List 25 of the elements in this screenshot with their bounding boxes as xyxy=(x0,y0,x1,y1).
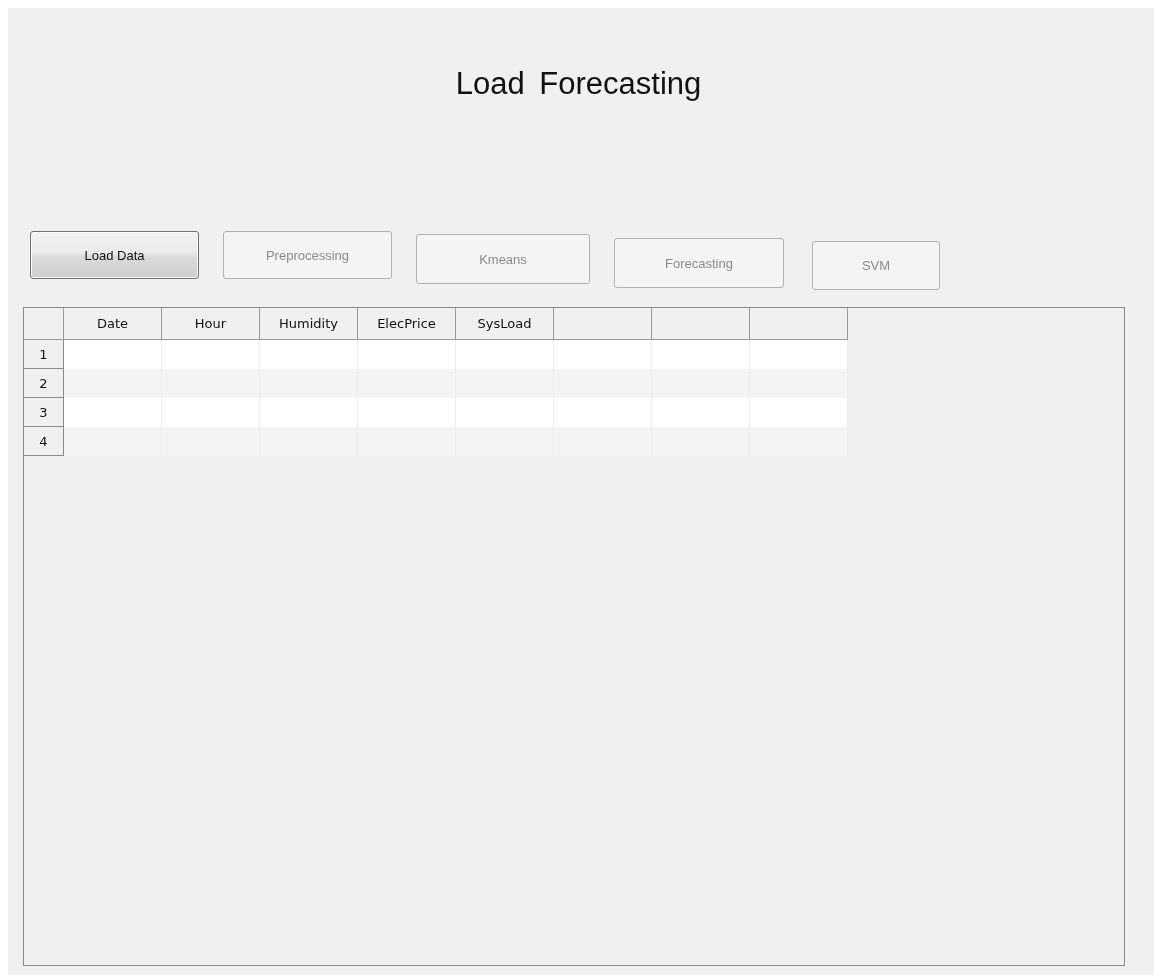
table-cell[interactable] xyxy=(63,339,162,369)
table-cell[interactable] xyxy=(357,339,456,369)
table-cell[interactable] xyxy=(749,339,848,369)
column-header[interactable]: Hour xyxy=(161,308,260,340)
column-header[interactable]: SysLoad xyxy=(455,308,554,340)
column-header[interactable] xyxy=(553,308,652,340)
action-button[interactable]: Load Data xyxy=(30,231,199,279)
row-header: 1 xyxy=(24,339,64,369)
table-cell[interactable] xyxy=(63,426,162,456)
row-header: 4 xyxy=(24,426,64,456)
table-cell[interactable] xyxy=(553,339,652,369)
column-header[interactable]: Date xyxy=(63,308,162,340)
column-header[interactable]: ElecPrice xyxy=(357,308,456,340)
row-header: 3 xyxy=(24,397,64,427)
app-title: Load Forecasting xyxy=(455,65,702,103)
table-cell[interactable] xyxy=(455,339,554,369)
table-cell[interactable] xyxy=(63,368,162,398)
row-header: 2 xyxy=(24,368,64,398)
table-cell[interactable] xyxy=(651,339,750,369)
table-cell[interactable] xyxy=(161,339,260,369)
table-cell[interactable] xyxy=(63,397,162,427)
column-header[interactable]: Humidity xyxy=(259,308,358,340)
column-header[interactable] xyxy=(651,308,750,340)
column-header[interactable] xyxy=(749,308,848,340)
table-cell[interactable] xyxy=(259,339,358,369)
